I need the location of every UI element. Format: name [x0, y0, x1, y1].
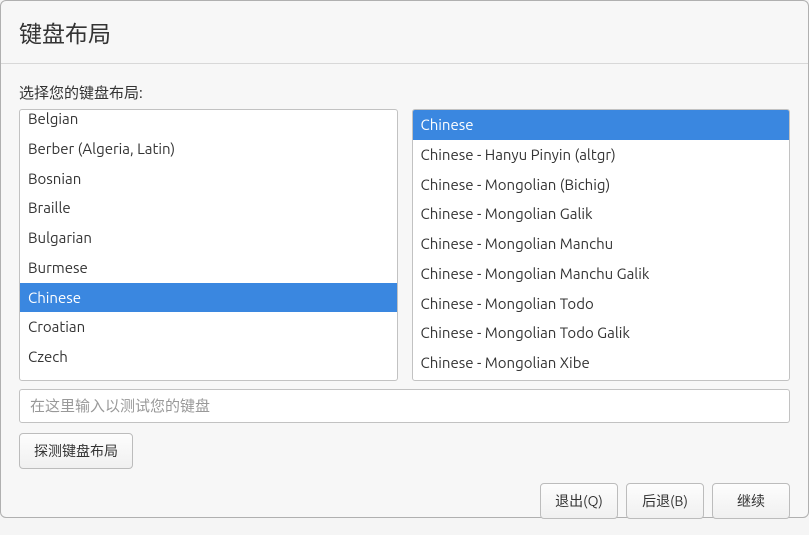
layout-language-item[interactable]: Burmese: [20, 253, 397, 283]
layout-variant-item[interactable]: Chinese - Mongolian Galik: [413, 199, 790, 229]
title-bar: 键盘布局: [1, 1, 808, 64]
layout-language-item[interactable]: Czech: [20, 342, 397, 372]
layout-variant-item[interactable]: Chinese - Mongolian Manchu: [413, 229, 790, 259]
layout-language-item[interactable]: Bulgarian: [20, 223, 397, 253]
continue-button[interactable]: 继续: [712, 483, 790, 519]
layout-variant-item[interactable]: Chinese - Hanyu Pinyin (altgr): [413, 140, 790, 170]
layout-language-item[interactable]: Croatian: [20, 312, 397, 342]
content-area: 选择您的键盘布局: BelgianBerber (Algeria, Latin)…: [1, 64, 808, 469]
back-button[interactable]: 后退(B): [626, 483, 704, 519]
layout-variant-item[interactable]: Chinese - Mongolian Todo Galik: [413, 318, 790, 348]
detect-layout-button[interactable]: 探测键盘布局: [19, 433, 133, 469]
quit-button[interactable]: 退出(Q): [540, 483, 618, 519]
layout-language-item[interactable]: Chinese: [20, 283, 397, 313]
layout-variant-item[interactable]: Chinese - Mongolian Todo: [413, 289, 790, 319]
layout-language-item[interactable]: Danish: [20, 372, 397, 381]
prompt-label: 选择您的键盘布局:: [19, 82, 790, 103]
layout-variant-list[interactable]: ChineseChinese - Hanyu Pinyin (altgr)Chi…: [412, 109, 791, 381]
layout-variant-item[interactable]: Chinese - Mongolian Manchu Galik: [413, 259, 790, 289]
keyboard-test-input[interactable]: [19, 389, 790, 423]
window-title: 键盘布局: [19, 15, 790, 49]
layout-variant-item[interactable]: Chinese: [413, 110, 790, 140]
layout-language-list[interactable]: BelgianBerber (Algeria, Latin)BosnianBra…: [19, 109, 398, 381]
layout-variant-item[interactable]: Chinese - Mongolian Xibe: [413, 348, 790, 378]
layout-language-item[interactable]: Belgian: [20, 109, 397, 134]
detect-row: 探测键盘布局: [19, 433, 790, 469]
keyboard-layout-window: 键盘布局 选择您的键盘布局: BelgianBerber (Algeria, L…: [0, 0, 809, 518]
layout-language-item[interactable]: Bosnian: [20, 164, 397, 194]
layout-language-item[interactable]: Berber (Algeria, Latin): [20, 134, 397, 164]
layout-variant-item[interactable]: Chinese - Mongolian (Bichig): [413, 170, 790, 200]
footer-buttons: 退出(Q) 后退(B) 继续: [1, 469, 808, 535]
layout-variant-item[interactable]: Chinese - Tibetan: [413, 378, 790, 381]
lists-row: BelgianBerber (Algeria, Latin)BosnianBra…: [19, 109, 790, 381]
layout-language-item[interactable]: Braille: [20, 193, 397, 223]
